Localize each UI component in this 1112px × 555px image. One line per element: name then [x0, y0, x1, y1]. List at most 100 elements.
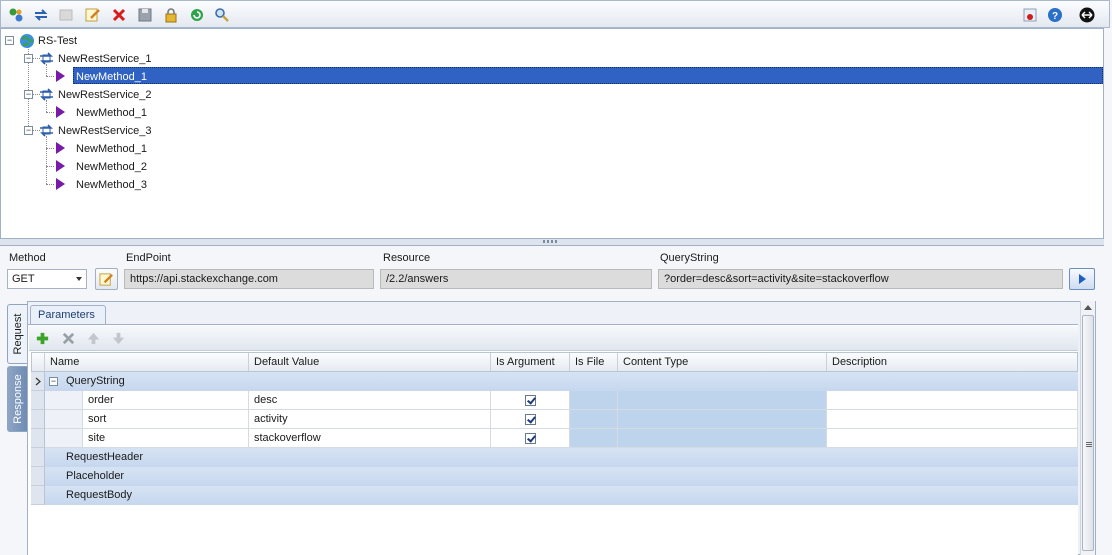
- record-icon[interactable]: [1021, 6, 1039, 24]
- tree-method-s1-m1[interactable]: NewMethod_1: [76, 70, 147, 84]
- param-is-argument[interactable]: [491, 429, 570, 448]
- swap-icon[interactable]: [1078, 6, 1096, 24]
- reload-icon[interactable]: [188, 6, 206, 24]
- tab-response[interactable]: Response: [7, 366, 27, 432]
- search-icon[interactable]: [213, 6, 231, 24]
- param-default-value[interactable]: activity: [249, 410, 491, 429]
- param-is-argument[interactable]: [491, 410, 570, 429]
- refresh-services-icon[interactable]: [32, 6, 50, 24]
- col-content-type[interactable]: Content Type: [617, 353, 828, 371]
- param-content-type[interactable]: [618, 391, 827, 410]
- disabled-icon[interactable]: [57, 6, 75, 24]
- edit-endpoint-button[interactable]: [95, 268, 118, 290]
- scroll-thumb[interactable]: [1082, 315, 1094, 551]
- move-down-icon[interactable]: [110, 330, 127, 346]
- row-indicator: [31, 429, 45, 448]
- tree-method-s3-m3[interactable]: NewMethod_3: [76, 178, 147, 192]
- param-default-value[interactable]: stackoverflow: [249, 429, 491, 448]
- help-icon[interactable]: ?: [1046, 6, 1064, 24]
- endpoint-field[interactable]: https://api.stackexchange.com: [124, 269, 374, 289]
- table-row[interactable]: sort activity: [31, 410, 1078, 429]
- tree-root-label[interactable]: RS-Test: [38, 34, 77, 48]
- vertical-scrollbar[interactable]: [1080, 301, 1095, 555]
- tree-service-2[interactable]: NewRestService_2: [58, 88, 152, 102]
- lock-icon[interactable]: [162, 6, 180, 24]
- tree-service-1[interactable]: NewRestService_1: [58, 52, 152, 66]
- group-row-requestheader[interactable]: RequestHeader: [31, 448, 1078, 467]
- service-tree: − RS-Test − NewRestService_1 NewMethod_1…: [0, 28, 1104, 239]
- table-row[interactable]: order desc: [31, 391, 1078, 410]
- rest-service-icon: [40, 52, 53, 65]
- panel-splitter[interactable]: [0, 239, 1104, 246]
- checkbox-checked[interactable]: [525, 395, 536, 406]
- group-row-requestbody[interactable]: RequestBody: [31, 486, 1078, 505]
- param-is-file[interactable]: [570, 429, 618, 448]
- add-icon[interactable]: [34, 330, 51, 346]
- play-icon: [1079, 274, 1086, 284]
- param-name[interactable]: order: [83, 391, 249, 410]
- tab-request[interactable]: Request: [7, 304, 27, 364]
- edit-icon[interactable]: [84, 6, 102, 24]
- querystring-field[interactable]: ?order=desc&sort=activity&site=stackover…: [658, 269, 1063, 289]
- root-collapse-toggle[interactable]: −: [5, 36, 14, 45]
- resource-field[interactable]: /2.2/answers: [380, 269, 652, 289]
- param-default-value[interactable]: desc: [249, 391, 491, 410]
- col-default-value[interactable]: Default Value: [248, 353, 490, 371]
- globe-icon: [20, 34, 34, 48]
- resource-label: Resource: [383, 252, 431, 264]
- tree-service-3[interactable]: NewRestService_3: [58, 124, 152, 138]
- tree-method-s3-m2[interactable]: NewMethod_2: [76, 160, 147, 174]
- remove-icon[interactable]: [60, 330, 77, 346]
- param-content-type[interactable]: [618, 410, 827, 429]
- new-project-icon[interactable]: [7, 6, 25, 24]
- move-up-icon[interactable]: [85, 330, 102, 346]
- group-row-placeholder[interactable]: Placeholder: [31, 467, 1078, 486]
- col-is-argument[interactable]: Is Argument: [490, 353, 570, 371]
- endpoint-label: EndPoint: [126, 252, 171, 264]
- delete-icon[interactable]: [110, 6, 128, 24]
- param-is-file[interactable]: [570, 391, 618, 410]
- tree-method-s2-m1[interactable]: NewMethod_1: [76, 106, 147, 120]
- checkbox-checked[interactable]: [525, 433, 536, 444]
- param-description[interactable]: [827, 410, 1078, 429]
- querystring-label: QueryString: [660, 252, 719, 264]
- param-description[interactable]: [827, 391, 1078, 410]
- param-is-file[interactable]: [570, 410, 618, 429]
- tab-parameters[interactable]: Parameters: [30, 305, 106, 324]
- row-indicator: [31, 448, 45, 467]
- row-indicator: [31, 410, 45, 429]
- col-description[interactable]: Description: [826, 353, 1078, 371]
- col-name[interactable]: Name: [44, 353, 250, 371]
- param-content-type[interactable]: [618, 429, 827, 448]
- tree-method-s3-m1[interactable]: NewMethod_1: [76, 142, 147, 156]
- param-name[interactable]: site: [83, 429, 249, 448]
- scroll-up-icon[interactable]: [1084, 305, 1092, 310]
- group-collapse-toggle[interactable]: −: [49, 377, 58, 386]
- run-request-button[interactable]: [1069, 268, 1095, 290]
- service-2-collapse-toggle[interactable]: −: [24, 90, 33, 99]
- table-row[interactable]: site stackoverflow: [31, 429, 1078, 448]
- checkbox-checked[interactable]: [525, 414, 536, 425]
- tree-connector: [46, 136, 47, 184]
- edit-icon: [99, 272, 113, 286]
- tab-request-label: Request: [11, 313, 24, 355]
- chevron-down-icon: [76, 277, 82, 281]
- param-description[interactable]: [827, 429, 1078, 448]
- save-icon[interactable]: [136, 6, 154, 24]
- tree-connector: [46, 166, 54, 167]
- splitter-grip[interactable]: [543, 240, 557, 243]
- service-1-collapse-toggle[interactable]: −: [24, 54, 33, 63]
- group-label: RequestBody: [66, 489, 133, 501]
- tree-connector: [46, 76, 54, 77]
- param-name[interactable]: sort: [83, 410, 249, 429]
- main-toolbar: ?: [0, 0, 1110, 28]
- chevron-right-icon: [35, 377, 41, 386]
- col-is-file[interactable]: Is File: [569, 353, 619, 371]
- group-row-querystring[interactable]: − QueryString: [31, 372, 1078, 391]
- indent-cell: [45, 429, 83, 448]
- group-label: Placeholder: [66, 470, 125, 482]
- param-is-argument[interactable]: [491, 391, 570, 410]
- method-dropdown[interactable]: GET: [7, 269, 87, 289]
- service-3-collapse-toggle[interactable]: −: [24, 126, 33, 135]
- tree-selected-row[interactable]: [73, 67, 1103, 84]
